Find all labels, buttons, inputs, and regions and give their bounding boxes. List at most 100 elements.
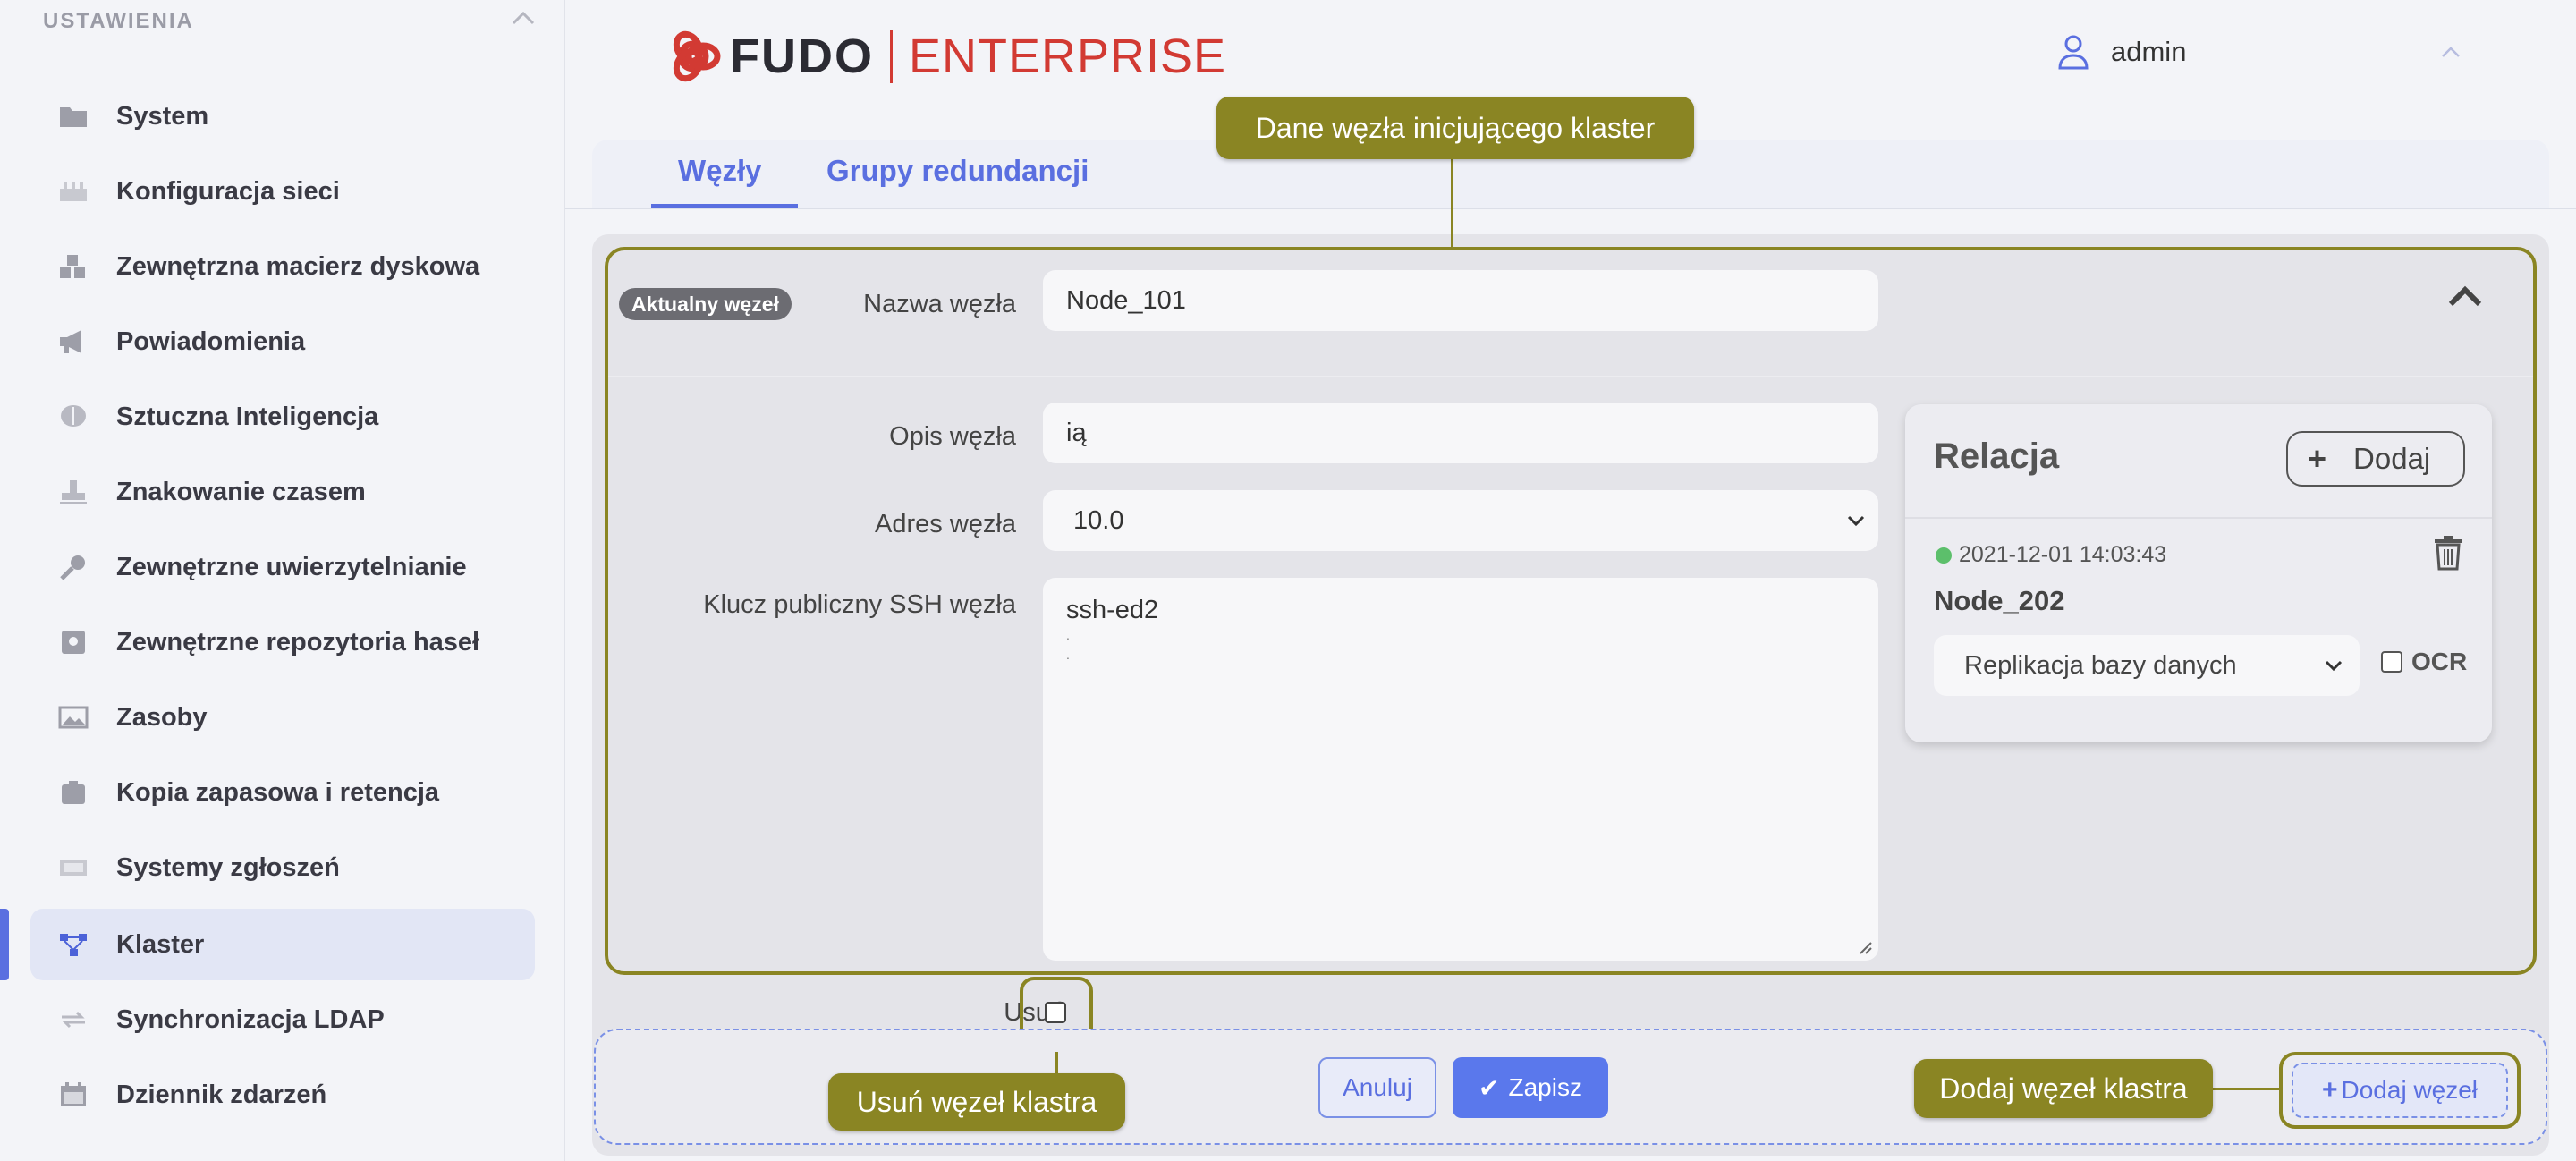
delete-node-checkbox[interactable] bbox=[1045, 1002, 1066, 1023]
checkmark-icon: ✔ bbox=[1479, 1073, 1500, 1102]
relation-node-name: Node_202 bbox=[1934, 585, 2065, 616]
brand-logo[interactable]: FUDO ENTERPRISE bbox=[664, 25, 1226, 88]
sidebar-item-label: Zewnętrzna macierz dyskowa bbox=[116, 251, 480, 281]
node-description-input[interactable]: ią bbox=[1043, 403, 1878, 463]
sidebar-item-ldap-sync[interactable]: Synchronizacja LDAP bbox=[30, 984, 535, 1055]
network-icon bbox=[57, 175, 89, 208]
brain-icon bbox=[57, 401, 89, 433]
node-address-value: 10.0 bbox=[1073, 505, 1124, 535]
relation-title: Relacja bbox=[1934, 436, 2060, 476]
node-header-divider bbox=[608, 376, 2533, 377]
chevron-up-icon[interactable] bbox=[510, 5, 537, 32]
relation-divider bbox=[1905, 517, 2492, 519]
user-icon bbox=[2058, 35, 2089, 70]
chevron-up-icon[interactable] bbox=[2440, 45, 2462, 59]
brand-edition: ENTERPRISE bbox=[908, 30, 1227, 83]
cluster-icon bbox=[57, 928, 89, 961]
sidebar-item-notifications[interactable]: Powiadomienia bbox=[30, 306, 535, 377]
brand-name: FUDO bbox=[730, 30, 874, 83]
relation-timestamp: 2021-12-01 14:03:43 bbox=[1959, 542, 2167, 567]
current-node-badge: Aktualny węzeł bbox=[619, 288, 792, 320]
sidebar-item-cluster[interactable]: Klaster bbox=[30, 909, 535, 980]
ocr-checkbox[interactable]: OCR bbox=[2381, 648, 2467, 676]
ssh-key-line-3: . bbox=[1066, 648, 1070, 662]
sidebar-item-ai[interactable]: Sztuczna Inteligencja bbox=[30, 381, 535, 453]
save-label: Zapisz bbox=[1508, 1073, 1582, 1101]
node-address-label: Adres węzła bbox=[875, 510, 1016, 538]
sidebar-item-label: Powiadomienia bbox=[116, 326, 306, 356]
brand-separator bbox=[889, 30, 893, 83]
sidebar-item-label: Synchronizacja LDAP bbox=[116, 1004, 385, 1034]
trash-icon[interactable] bbox=[2433, 535, 2463, 571]
sidebar-item-label: Klaster bbox=[116, 929, 205, 959]
sidebar-item-disk-array[interactable]: Zewnętrzna macierz dyskowa bbox=[30, 231, 535, 302]
sidebar-item-label: Dziennik zdarzeń bbox=[116, 1080, 327, 1109]
sidebar-item-password-vaults[interactable]: Zewnętrzne repozytoria haseł bbox=[30, 606, 535, 678]
sidebar: USTAWIENIA System Konfiguracja sieci Zew… bbox=[0, 0, 565, 1161]
save-button[interactable]: ✔ Zapisz bbox=[1453, 1057, 1608, 1118]
stamp-icon bbox=[57, 476, 89, 508]
folder-icon bbox=[57, 100, 89, 132]
node-address-select[interactable]: 10.0 bbox=[1043, 490, 1878, 551]
image-icon bbox=[57, 701, 89, 733]
relation-type-select[interactable]: Replikacja bazy danych bbox=[1934, 635, 2360, 696]
add-relation-button[interactable]: + Dodaj bbox=[2286, 431, 2465, 487]
sidebar-item-system[interactable]: System bbox=[30, 81, 535, 152]
calendar-icon bbox=[57, 1079, 89, 1111]
active-tab-indicator bbox=[651, 204, 798, 208]
sidebar-item-label: Kopia zapasowa i retencja bbox=[116, 777, 440, 807]
ocr-checkbox-box[interactable] bbox=[2381, 651, 2402, 673]
sidebar-item-label: Sztuczna Inteligencja bbox=[116, 402, 379, 431]
fudo-logo-icon bbox=[673, 30, 721, 82]
sidebar-item-label: System bbox=[116, 101, 209, 131]
sidebar-item-network[interactable]: Konfiguracja sieci bbox=[30, 156, 535, 227]
relation-card: Relacja + Dodaj 2021-12-01 14:03:43 Node… bbox=[1905, 404, 2492, 742]
user-name: admin bbox=[2111, 36, 2187, 67]
tab-divider bbox=[565, 208, 2576, 209]
node-name-label: Nazwa węzła bbox=[863, 290, 1016, 318]
relation-type-value: Replikacja bazy danych bbox=[1964, 650, 2237, 680]
callout-add-node: Dodaj węzeł klastra bbox=[1914, 1059, 2213, 1118]
sidebar-item-backup[interactable]: Kopia zapasowa i retencja bbox=[30, 757, 535, 828]
sidebar-item-event-log[interactable]: Dziennik zdarzeń bbox=[30, 1059, 535, 1131]
safe-icon bbox=[57, 626, 89, 658]
sidebar-item-ticket-systems[interactable]: Systemy zgłoszeń bbox=[30, 832, 535, 903]
tab-redundancy-groups[interactable]: Grupy redundancji bbox=[826, 154, 1089, 208]
tab-nodes[interactable]: Węzły bbox=[678, 154, 762, 208]
chevron-up-icon[interactable] bbox=[2447, 283, 2483, 309]
sidebar-item-label: Systemy zgłoszeń bbox=[116, 852, 340, 882]
sidebar-item-resources[interactable]: Zasoby bbox=[30, 682, 535, 753]
status-dot-icon bbox=[1936, 547, 1952, 564]
node-name-input[interactable]: Node_101 bbox=[1043, 270, 1878, 331]
add-node-label: Dodaj węzeł bbox=[2341, 1076, 2479, 1104]
node-ssh-key-textarea[interactable]: ssh-ed2 . . bbox=[1043, 578, 1878, 961]
ocr-label: OCR bbox=[2411, 648, 2468, 675]
sidebar-item-label: Znakowanie czasem bbox=[116, 477, 366, 506]
sidebar-active-indicator bbox=[0, 909, 9, 980]
sidebar-item-timestamping[interactable]: Znakowanie czasem bbox=[30, 456, 535, 528]
sidebar-item-label: Zewnętrzne uwierzytelnianie bbox=[116, 552, 467, 581]
sidebar-item-label: Konfiguracja sieci bbox=[116, 176, 340, 206]
chevron-down-icon bbox=[1847, 515, 1865, 527]
resize-handle-icon[interactable] bbox=[1857, 939, 1873, 955]
cancel-button[interactable]: Anuluj bbox=[1318, 1057, 1436, 1118]
ssh-key-line-2: . bbox=[1066, 628, 1070, 642]
add-node-button[interactable]: + Dodaj węzeł bbox=[2292, 1063, 2508, 1118]
plus-icon: + bbox=[2308, 440, 2327, 477]
relation-status: 2021-12-01 14:03:43 bbox=[1936, 542, 2166, 568]
callout-delete-node: Usuń węzeł klastra bbox=[828, 1073, 1125, 1131]
sidebar-heading: USTAWIENIA bbox=[43, 9, 194, 33]
node-ssh-key-label: Klucz publiczny SSH węzła bbox=[703, 590, 1016, 619]
user-menu[interactable]: admin bbox=[2057, 34, 2186, 70]
sidebar-item-label: Zewnętrzne repozytoria haseł bbox=[116, 627, 480, 657]
node-description-label: Opis węzła bbox=[889, 422, 1016, 451]
sidebar-item-label: Zasoby bbox=[116, 702, 208, 732]
backup-icon bbox=[57, 776, 89, 809]
plus-icon: + bbox=[2321, 1075, 2338, 1105]
key-icon bbox=[57, 551, 89, 583]
callout-connector bbox=[2209, 1088, 2281, 1090]
sidebar-item-external-auth[interactable]: Zewnętrzne uwierzytelnianie bbox=[30, 531, 535, 603]
ssh-key-value: ssh-ed2 bbox=[1066, 596, 1159, 624]
callout-init-node: Dane węzła inicjującego klaster bbox=[1216, 97, 1694, 159]
sync-icon bbox=[57, 1004, 89, 1036]
